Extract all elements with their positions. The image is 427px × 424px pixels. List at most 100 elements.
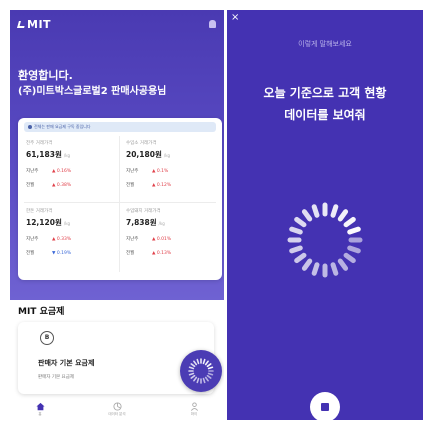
plan-description: 판매자 기본 요금제 xyxy=(38,375,74,380)
spinner-dot xyxy=(289,245,303,254)
spinner-dot xyxy=(301,209,313,222)
nav-home[interactable]: 홈 xyxy=(20,402,60,417)
nav-my-label: 마이 xyxy=(190,412,198,416)
home-screen: MIT 환영합니다. (주)미트박스글로벌2 판매사공용님 전체는 판매 요금제… xyxy=(10,10,224,420)
nav-data-analysis-label: 데이터 분석 xyxy=(108,412,126,416)
nav-data-analysis[interactable]: 데이터 분석 xyxy=(97,402,137,417)
subscription-banner: 전체는 판매 요금제 구독 중입니다 xyxy=(24,122,216,132)
info-icon xyxy=(28,125,32,129)
voice-assistant-button[interactable] xyxy=(180,350,222,392)
stat-label: 수입소 거래가격 xyxy=(126,141,157,146)
stat-row-week: 지난주 ▲ 0.01% xyxy=(126,236,218,243)
spinner-dot xyxy=(330,262,339,276)
fab-dot xyxy=(196,358,200,365)
row-change: ▲ 0.13% xyxy=(152,250,172,256)
divider xyxy=(119,136,120,272)
fab-dot xyxy=(190,363,196,368)
spinner-dot xyxy=(330,204,339,218)
logo-mark-icon xyxy=(17,21,26,28)
stat-unit: /kg xyxy=(158,221,165,226)
row-label: 전월 xyxy=(126,251,135,256)
spinner-dot xyxy=(294,216,307,228)
stop-icon xyxy=(321,403,329,411)
stat-price: 12,120원 xyxy=(26,218,62,227)
subscription-banner-text: 전체는 판매 요금제 구독 중입니다 xyxy=(34,124,91,129)
spinner-dot xyxy=(311,262,320,276)
stat-value: 12,120원/kg xyxy=(26,217,118,228)
spinner-dot xyxy=(301,258,313,271)
row-label: 지난주 xyxy=(26,237,39,242)
stat-row-week: 지난주 ▲ 0.16% xyxy=(26,168,118,175)
logo-text: MIT xyxy=(27,18,52,31)
plan-badge-icon: B xyxy=(40,331,54,345)
stat-label: 수입돼지 거래가격 xyxy=(126,209,161,214)
row-label: 지난주 xyxy=(26,169,39,174)
row-change: ▲ 0.33% xyxy=(52,236,72,242)
stat-cell-pork-import[interactable]: 수입돼지 거래가격 7,838원/kg 지난주 ▲ 0.01% 전월 ▲ 0.13% xyxy=(126,208,218,256)
stat-value: 7,838원/kg xyxy=(126,217,218,228)
notification-icon[interactable] xyxy=(209,20,216,28)
person-icon xyxy=(190,402,198,411)
chart-icon xyxy=(112,402,122,411)
stat-value: 61,183원/kg xyxy=(26,149,118,160)
stop-button[interactable] xyxy=(310,392,340,420)
fab-dot xyxy=(188,372,195,376)
fab-dot xyxy=(204,360,209,366)
spinner-dot xyxy=(311,204,320,218)
spinner-dot xyxy=(289,226,303,235)
fab-dot xyxy=(202,377,206,384)
fab-dot xyxy=(207,366,214,370)
price-stats-card[interactable]: 전체는 판매 요금제 구독 중입니다 전주 거래가격 61,183원/kg 지난… xyxy=(18,118,222,280)
row-change: ▲ 0.16% xyxy=(52,168,72,174)
fab-dot xyxy=(206,363,212,368)
nav-home-label: 홈 xyxy=(38,412,42,416)
fab-dot xyxy=(204,376,209,382)
stat-label: 전주 거래가격 xyxy=(26,141,53,146)
fab-dot xyxy=(206,374,212,379)
row-change: ▲ 0.01% xyxy=(152,236,172,242)
row-change: ▲ 0.1% xyxy=(152,168,169,174)
spinner-dot xyxy=(343,216,356,228)
fab-dot xyxy=(202,358,206,365)
stat-row-month: 전월 ▲ 0.38% xyxy=(26,182,118,189)
loading-dots-icon xyxy=(188,358,214,384)
spinner-dot xyxy=(337,258,349,271)
stat-value: 20,180원/kg xyxy=(126,149,218,160)
stat-unit: /kg xyxy=(63,153,71,158)
voice-assistant-screen: × 이렇게 말해보세요 오늘 기준으로 고객 현황 데이터를 보여줘 xyxy=(227,10,423,420)
fab-dot xyxy=(193,360,198,366)
divider xyxy=(24,202,216,203)
stat-cell-pork-domestic[interactable]: 한돈 거래가격 12,120원/kg 지난주 ▲ 0.33% 전월 ▼ 0.19% xyxy=(26,208,118,256)
welcome-title: 환영합니다. xyxy=(18,69,73,82)
stat-unit: /kg xyxy=(63,221,71,226)
row-label: 전월 xyxy=(126,183,135,188)
stat-row-week: 지난주 ▲ 0.33% xyxy=(26,236,118,243)
spinner-dot xyxy=(294,252,307,264)
fab-dot xyxy=(207,372,214,376)
stat-row-week: 지난주 ▲ 0.1% xyxy=(126,168,218,175)
row-change: ▲ 0.12% xyxy=(152,182,172,188)
fab-dot xyxy=(188,366,195,370)
welcome-user: (주)미트박스글로벌2 판매사공용님 xyxy=(18,86,167,97)
home-icon xyxy=(35,402,45,411)
row-label: 지난주 xyxy=(126,237,139,242)
row-label: 전월 xyxy=(26,183,35,188)
plan-section-title: MIT 요금제 xyxy=(18,307,65,317)
fab-dot xyxy=(190,374,196,379)
spinner-dot xyxy=(343,252,356,264)
row-change: ▲ 0.38% xyxy=(52,182,72,188)
nav-my[interactable]: 마이 xyxy=(174,402,214,417)
stat-cell-beef-import[interactable]: 수입소 거래가격 20,180원/kg 지난주 ▲ 0.1% 전월 ▲ 0.12% xyxy=(126,140,218,188)
spinner-dot xyxy=(337,209,349,222)
row-label: 지난주 xyxy=(126,169,139,174)
spinner-dot xyxy=(347,245,361,254)
stat-row-month: 전월 ▼ 0.19% xyxy=(26,250,118,257)
listening-spinner-icon xyxy=(287,202,363,278)
stat-cell-beef-domestic[interactable]: 전주 거래가격 61,183원/kg 지난주 ▲ 0.16% 전월 ▲ 0.38% xyxy=(26,140,118,188)
row-change: ▼ 0.19% xyxy=(52,250,72,256)
stat-unit: /kg xyxy=(163,153,171,158)
plan-name: 판매자 기본 요금제 xyxy=(38,359,95,367)
bottom-nav: 홈 데이터 분석 마이 xyxy=(10,402,224,420)
fab-dot xyxy=(193,376,198,382)
stat-price: 7,838원 xyxy=(126,218,157,227)
